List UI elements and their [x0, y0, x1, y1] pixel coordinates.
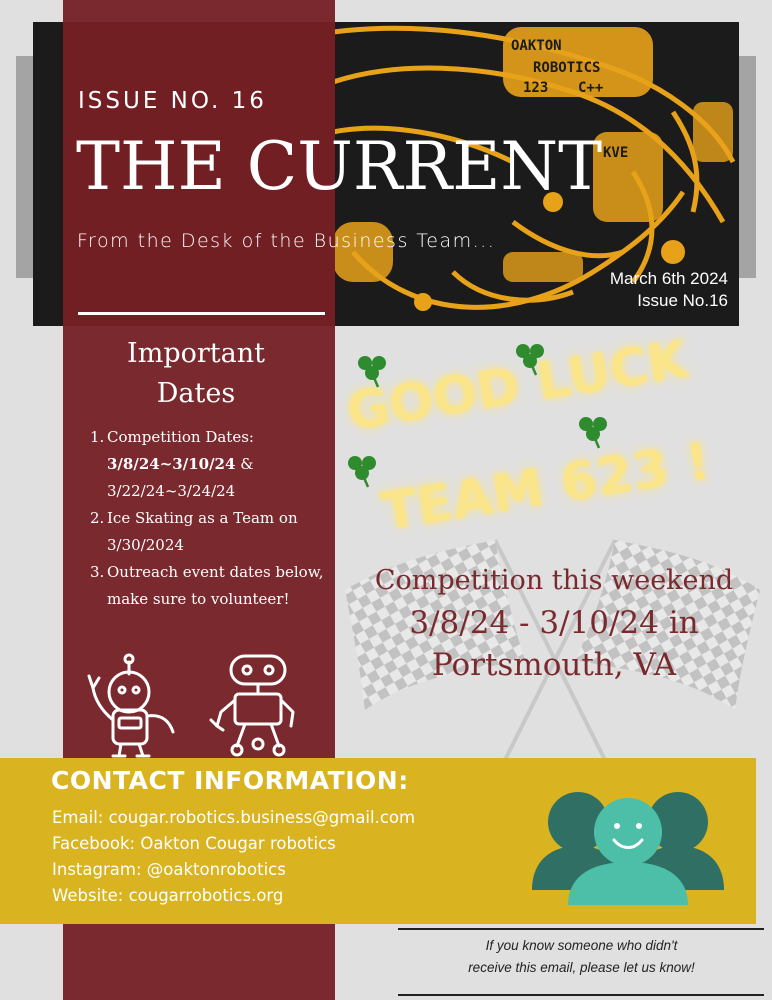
competition-line2: 3/8/24 - 3/10/24 in: [409, 605, 699, 641]
important-dates-list: 1. Competition Dates: 3/8/24~3/10/24 & 3…: [90, 424, 330, 613]
date-item-number: 2.: [90, 509, 105, 527]
competition-line1: Competition this weekend: [374, 565, 734, 596]
footer-divider-top: [398, 928, 764, 930]
footer-divider-bottom: [398, 994, 764, 996]
competition-announcement: Competition this weekend 3/8/24 - 3/10/2…: [340, 560, 768, 686]
important-dates-heading-line2: Dates: [156, 378, 236, 409]
people-icon: [532, 792, 724, 905]
contact-instagram[interactable]: Instagram: @oaktonrobotics: [52, 857, 415, 883]
newsletter-title: THE CURRENT: [76, 128, 603, 205]
date-item-label: Competition Dates:: [107, 428, 254, 446]
date-item-bold-dates: 3/8/24~3/10/24: [107, 455, 236, 473]
footer-line2: receive this email, please let us know!: [468, 960, 695, 975]
date-item-line2: 3/30/2024: [107, 536, 184, 554]
date-item-number: 1.: [90, 428, 105, 446]
header-divider: [78, 312, 325, 315]
date-item-ice-skating: 2. Ice Skating as a Team on 3/30/2024: [90, 505, 330, 559]
artwork-text-robotics: ROBOTICS: [533, 60, 600, 76]
important-dates-heading: Important Dates: [63, 334, 329, 414]
date-item-line1: Outreach event dates below,: [107, 563, 324, 581]
robot-icon: [87, 653, 175, 758]
date-item-number: 3.: [90, 563, 105, 581]
date-item-line2: make sure to volunteer!: [107, 590, 290, 608]
important-dates-heading-line1: Important: [127, 338, 265, 369]
date-item-second-dates: 3/22/24~3/24/24: [107, 482, 236, 500]
competition-line3: Portsmouth, VA: [431, 647, 677, 683]
footer-line1: If you know someone who didn't: [485, 938, 678, 953]
footer-note: If you know someone who didn't receive t…: [404, 935, 759, 979]
contact-email[interactable]: Email: cougar.robotics.business@gmail.co…: [52, 805, 415, 831]
contact-website[interactable]: Website: cougarrobotics.org: [52, 883, 415, 909]
contact-title: CONTACT INFORMATION:: [51, 766, 409, 795]
date-item-dates-line: 3/8/24~3/10/24 &: [107, 451, 330, 478]
date-item-outreach: 3. Outreach event dates below, make sure…: [90, 559, 330, 613]
newsletter-subtitle: From the Desk of the Business Team...: [77, 230, 496, 252]
date-item-connector: &: [235, 455, 254, 473]
contact-facebook[interactable]: Facebook: Oakton Cougar robotics: [52, 831, 415, 857]
header-date: March 6th 2024: [609, 269, 728, 288]
date-item-line1: Ice Skating as a Team on: [107, 509, 298, 527]
robot-icon: [209, 654, 295, 757]
artwork-text-cpp: C++: [578, 80, 603, 96]
artwork-text-oakton: OAKTON: [511, 38, 562, 54]
artwork-text-kve: KVE: [603, 145, 628, 161]
issue-label: ISSUE NO. 16: [78, 88, 267, 114]
contact-details: Email: cougar.robotics.business@gmail.co…: [52, 805, 415, 909]
robots-illustration: [87, 653, 295, 758]
header-issue: Issue No.16: [637, 291, 728, 310]
date-item-competition: 1. Competition Dates: 3/8/24~3/10/24 & 3…: [90, 424, 330, 505]
artwork-text-123: 123: [523, 80, 548, 96]
